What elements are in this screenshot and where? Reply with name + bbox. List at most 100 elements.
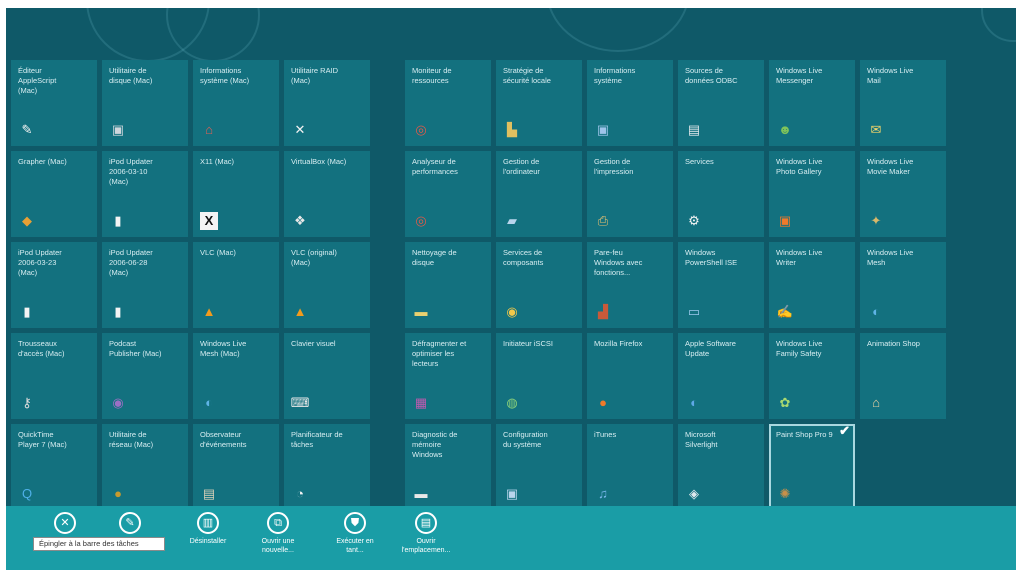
firefox-icon: ● <box>599 395 607 410</box>
app-tile[interactable]: Nettoyage de disque ▬ <box>405 242 491 328</box>
tooltip: Épingler à la barre des tâches <box>33 537 165 551</box>
app-tile[interactable]: Configuration du système ▣ <box>496 424 582 510</box>
ipod-updater-icon: ▮ <box>23 304 31 319</box>
appbar-command-run-as[interactable]: ⛊ Exécuter en tant... <box>323 512 387 555</box>
app-tile[interactable]: Windows Live Writer ✍ <box>769 242 855 328</box>
app-tile[interactable]: Utilitaire de disque (Mac) ▣ <box>102 60 188 146</box>
system-config-icon: ▣ <box>505 486 519 501</box>
app-tile[interactable]: Mozilla Firefox ● <box>587 333 673 419</box>
app-tile[interactable]: Paint Shop Pro 9 ✺ ✔ <box>769 424 855 510</box>
appbar-command-open-location[interactable]: ▤ Ouvrir l'emplacemen... <box>394 512 458 555</box>
iscsi-icon: ◍ <box>506 395 518 410</box>
app-tile-label: Observateur d'événements <box>200 430 247 449</box>
app-tile[interactable]: Trousseaux d'accès (Mac) ⚷ <box>11 333 97 419</box>
app-tile-label: X11 (Mac) <box>200 157 235 166</box>
mail-icon: ✉ <box>870 122 882 137</box>
unpin-icon: ✕ <box>54 512 76 534</box>
app-tile[interactable]: Windows Live Mesh (Mac) ◐ <box>193 333 279 419</box>
app-tile[interactable]: Services de composants ◉ <box>496 242 582 328</box>
messenger-icon: ☻ <box>778 122 792 137</box>
app-tile[interactable]: iPod Updater 2006-03-10 (Mac) ▮ <box>102 151 188 237</box>
app-tile[interactable]: Sources de données ODBC ▤ <box>678 60 764 146</box>
quicktime-icon: Q <box>21 486 33 501</box>
app-tile[interactable]: Utilitaire RAID (Mac) ✕ <box>284 60 370 146</box>
app-tile[interactable]: Diagnostic de mémoire Windows ▬ <box>405 424 491 510</box>
odbc-icon: ▤ <box>687 122 701 137</box>
app-tile[interactable]: Défragmenter et optimiser les lecteurs ▦ <box>405 333 491 419</box>
app-tile[interactable]: Services ⚙ <box>678 151 764 237</box>
app-tile[interactable]: Windows Live Mail ✉ <box>860 60 946 146</box>
app-tile[interactable]: Windows PowerShell ISE ▭ <box>678 242 764 328</box>
app-tile[interactable]: VLC (original) (Mac) ▲ <box>284 242 370 328</box>
app-tile-label: Gestion de l'impression <box>594 157 634 176</box>
app-tile-label: Windows Live Movie Maker <box>867 157 914 176</box>
background-swirl <box>981 8 1016 42</box>
app-tile[interactable]: Moniteur de ressources ◎ <box>405 60 491 146</box>
app-tile-label: Windows Live Photo Gallery <box>776 157 823 176</box>
app-tile-label: Moniteur de ressources <box>412 66 452 85</box>
app-tile[interactable]: Windows Live Messenger ☻ <box>769 60 855 146</box>
appbar-command-uninstall[interactable]: ▥ Désinstaller <box>176 512 240 546</box>
appbar-command-label: Désinstaller <box>189 538 227 545</box>
clock-icon: ◔ <box>296 486 304 501</box>
app-tile[interactable]: Windows Live Movie Maker ✦ <box>860 151 946 237</box>
app-tile[interactable]: iTunes ♫ <box>587 424 673 510</box>
app-tile[interactable]: Animation Shop ⌂ <box>860 333 946 419</box>
virtualbox-icon: ❖ <box>294 213 306 228</box>
app-tile-label: Windows Live Mesh <box>867 248 914 267</box>
firewall-icon: ▟ <box>598 304 608 319</box>
app-tile[interactable]: Gestion de l'ordinateur ▰ <box>496 151 582 237</box>
background-swirl <box>546 8 690 52</box>
app-tile[interactable]: iPod Updater 2006-06-28 (Mac) ▮ <box>102 242 188 328</box>
keychain-icon: ⚷ <box>22 395 32 410</box>
app-tile[interactable]: QuickTime Player 7 (Mac) Q <box>11 424 97 510</box>
app-tile[interactable]: Gestion de l'impression ⎙ <box>587 151 673 237</box>
app-tile-label: Windows Live Writer <box>776 248 823 267</box>
security-policy-icon: ▙ <box>507 122 517 137</box>
app-tile-label: Podcast Publisher (Mac) <box>109 339 162 358</box>
app-tile[interactable]: iPod Updater 2006-03-23 (Mac) ▮ <box>11 242 97 328</box>
app-tile[interactable]: Windows Live Family Safety ✿ <box>769 333 855 419</box>
app-tile[interactable]: Initiateur iSCSI ◍ <box>496 333 582 419</box>
app-tile[interactable]: VLC (Mac) ▲ <box>193 242 279 328</box>
appbar-command-label: Ouvrir l'emplacemen... <box>401 538 451 554</box>
app-tile[interactable]: Informations système ▣ <box>587 60 673 146</box>
app-tile[interactable]: Podcast Publisher (Mac) ◉ <box>102 333 188 419</box>
app-tile-label: Services de composants <box>503 248 544 267</box>
app-tile[interactable]: Windows Live Photo Gallery ▣ <box>769 151 855 237</box>
printer-icon: ⎙ <box>597 213 609 228</box>
system-info-icon: ▣ <box>596 122 610 137</box>
app-tile[interactable]: Analyseur de performances ◎ <box>405 151 491 237</box>
app-tile[interactable]: Pare-feu Windows avec fonctions... ▟ <box>587 242 673 328</box>
appbar-command-new-window[interactable]: ⧉ Ouvrir une nouvelle... <box>246 512 310 555</box>
selected-check-icon: ✔ <box>839 423 850 438</box>
app-tile[interactable]: Windows Live Mesh ◐ <box>860 242 946 328</box>
app-tile-label: VirtualBox (Mac) <box>291 157 347 166</box>
app-tile-label: Windows Live Messenger <box>776 66 823 85</box>
app-tile-label: Windows Live Mesh (Mac) <box>200 339 247 358</box>
pin-icon: ✎ <box>119 512 141 534</box>
resource-monitor-icon: ◎ <box>415 122 427 137</box>
app-tile[interactable]: VirtualBox (Mac) ❖ <box>284 151 370 237</box>
app-tile[interactable]: X11 (Mac) X <box>193 151 279 237</box>
app-tile-label: Animation Shop <box>867 339 920 348</box>
itunes-icon: ♫ <box>598 486 608 501</box>
computer-management-icon: ▰ <box>507 213 517 228</box>
app-tile[interactable]: Éditeur AppleScript (Mac) ✎ <box>11 60 97 146</box>
app-tile[interactable]: Informations système (Mac) ⌂ <box>193 60 279 146</box>
app-tile[interactable]: Apple Software Update ◐ <box>678 333 764 419</box>
applescript-icon: ✎ <box>21 122 33 137</box>
app-tile-label: Diagnostic de mémoire Windows <box>412 430 458 459</box>
ipod-updater-icon: ▮ <box>114 213 122 228</box>
app-tile-label: Paint Shop Pro 9 <box>776 430 833 439</box>
app-tile[interactable]: Grapher (Mac) ◆ <box>11 151 97 237</box>
app-tile[interactable]: Stratégie de sécurité locale ▙ <box>496 60 582 146</box>
app-tile[interactable]: Clavier visuel ⌨ <box>284 333 370 419</box>
app-tile[interactable]: Observateur d'événements ▤ <box>193 424 279 510</box>
disk-utility-icon: ▣ <box>111 122 125 137</box>
network-utility-icon: ● <box>114 486 122 501</box>
app-tile[interactable]: Utilitaire de réseau (Mac) ● <box>102 424 188 510</box>
raid-utility-icon: ✕ <box>294 122 306 137</box>
app-tile[interactable]: Microsoft Silverlight ◈ <box>678 424 764 510</box>
app-tile[interactable]: Planificateur de tâches ◔ <box>284 424 370 510</box>
